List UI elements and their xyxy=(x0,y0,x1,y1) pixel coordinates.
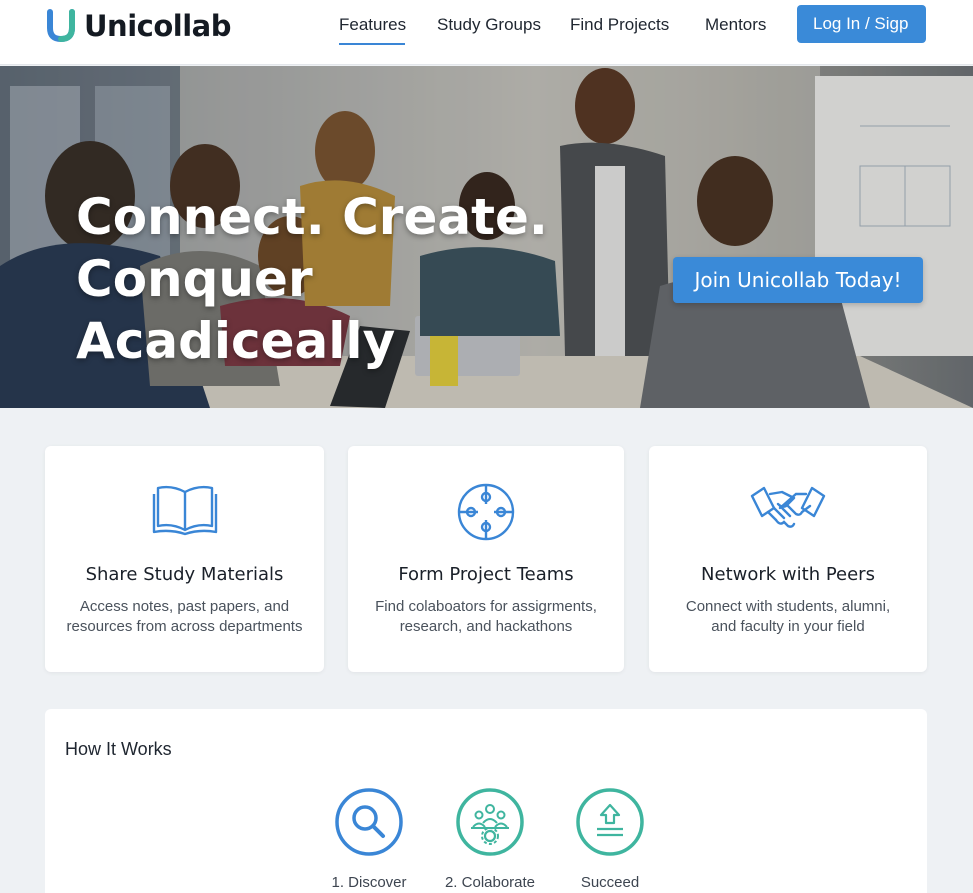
feature-desc-line: Access notes, past papers, and xyxy=(79,598,290,615)
how-it-works-section: How It Works 1. Discover 2. Colaborate S… xyxy=(45,709,927,893)
book-icon xyxy=(152,485,217,536)
unicollab-logo-icon xyxy=(47,9,75,43)
feature-desc-line: resources from across departments xyxy=(66,618,303,635)
brand-name: Unicollab xyxy=(84,9,231,43)
step-succeed[interactable]: Succeed xyxy=(555,787,665,891)
puzzle-icon xyxy=(457,483,515,541)
hero-headline-line2: Acadiceally xyxy=(76,312,396,370)
feature-description: Access notes, past papers, and resources… xyxy=(63,597,306,637)
nav-features[interactable]: Features xyxy=(339,15,406,35)
feature-card-share-materials[interactable]: Share Study Materials Access notes, past… xyxy=(45,446,324,672)
section-title: How It Works xyxy=(65,739,172,759)
step-label: 1. Discover xyxy=(331,874,407,891)
join-cta-button[interactable]: Join Unicollab Today! xyxy=(673,257,923,303)
feature-card-network-peers[interactable]: Network with Peers Connect with students… xyxy=(649,446,927,672)
feature-description: Connect with students, alumni, and facul… xyxy=(667,597,909,637)
feature-desc-line: Connect with students, alumni, xyxy=(685,598,891,615)
team-gear-icon xyxy=(456,788,524,856)
feature-description: Find colaboators for assigrments, resear… xyxy=(366,597,606,637)
nav-study-groups[interactable]: Study Groups xyxy=(437,15,541,35)
nav-mentors[interactable]: Mentors xyxy=(705,15,766,35)
feature-desc-line: and faculty in your field xyxy=(711,618,865,635)
feature-title: Form Project Teams xyxy=(398,564,574,585)
magnifier-icon xyxy=(335,788,403,856)
active-nav-underline xyxy=(339,43,405,45)
nav-find-projects[interactable]: Find Projects xyxy=(570,15,669,35)
feature-desc-line: research, and hackathons xyxy=(399,618,573,635)
feature-title: Share Study Materials xyxy=(85,564,284,585)
step-label: Succeed xyxy=(580,874,640,891)
feature-title: Network with Peers xyxy=(701,564,875,585)
hero-banner: Connect. Create. Conquer Acadiceally Joi… xyxy=(0,66,973,408)
step-collaborate[interactable]: 2. Colaborate xyxy=(435,787,545,891)
feature-card-project-teams[interactable]: Form Project Teams Find colaboators for … xyxy=(348,446,624,672)
step-label: 2. Colaborate xyxy=(444,874,536,891)
feature-desc-line: Find colaboators for assigrments, xyxy=(375,598,597,615)
step-discover[interactable]: 1. Discover xyxy=(314,787,424,891)
handshake-icon xyxy=(750,486,826,528)
upload-icon xyxy=(576,788,644,856)
brand-logo[interactable]: Unicollab xyxy=(46,8,231,44)
top-navbar: Unicollab Features Study Groups Find Pro… xyxy=(0,0,973,65)
login-signup-button[interactable]: Log In / Sigp xyxy=(797,5,926,43)
